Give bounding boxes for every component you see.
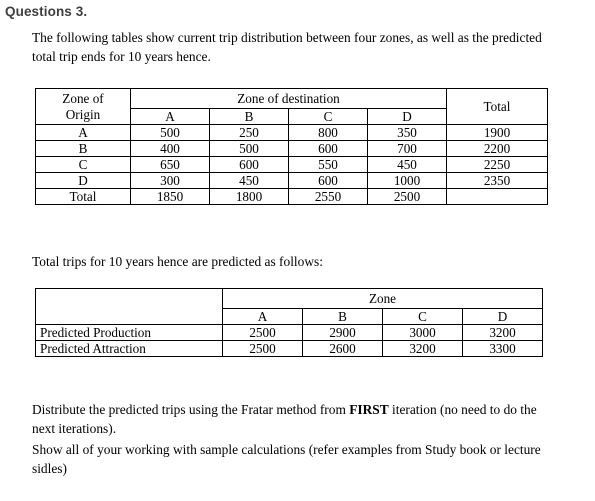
table-total-row: Total 1850 1800 2550 2500 <box>35 188 548 205</box>
trip-distribution-table: Zone of Origin Zone of destination Total… <box>35 88 548 205</box>
cell-value: 350 <box>367 124 447 141</box>
row-origin-label: C <box>35 156 131 173</box>
cell-value: 250 <box>209 124 289 141</box>
task-instruction-paragraph: Distribute the predicted trips using the… <box>32 400 556 438</box>
row-label-predicted-attraction: Predicted Attraction <box>35 340 223 357</box>
predicted-trips-table: Zone A B C D Predicted Production 2500 2… <box>35 288 543 357</box>
cell-value: 500 <box>130 124 210 141</box>
cell-value: 700 <box>367 140 447 157</box>
table-row: Predicted Production 2500 2900 3000 3200 <box>35 324 543 341</box>
cell-value: 600 <box>288 172 368 189</box>
cell-column-total: 1850 <box>130 188 210 205</box>
intro-paragraph: The following tables show current trip d… <box>32 30 542 64</box>
task-text-emphasis: FIRST <box>349 402 389 417</box>
cell-value: 2900 <box>302 324 383 341</box>
show-working-paragraph: Show all of your working with sample cal… <box>32 442 541 476</box>
cell-column-total: 2550 <box>288 188 368 205</box>
cell-value: 3200 <box>382 340 463 357</box>
cell-value: 450 <box>367 156 447 173</box>
table-header-row: Zone of Origin Zone of destination Total <box>35 88 548 125</box>
table-row: Predicted Attraction 2500 2600 3200 3300 <box>35 340 543 357</box>
cell-row-total: 2250 <box>446 156 548 173</box>
cell-value: 2500 <box>222 324 303 341</box>
header-destination-c: C <box>288 108 368 125</box>
header-zone-of-origin-line1: Zone of <box>62 90 104 106</box>
cell-row-total: 1900 <box>446 124 548 141</box>
page-title: Questions 3. <box>5 4 88 19</box>
table-row: D 300 450 600 1000 2350 <box>35 172 548 189</box>
header-destination-b: B <box>209 108 289 125</box>
cell-value: 500 <box>209 140 289 157</box>
header-destination-a: A <box>130 108 210 125</box>
header-zone-of-origin-line2: Origin <box>65 106 101 122</box>
header-destination-d: D <box>367 108 447 125</box>
cell-value: 1000 <box>367 172 447 189</box>
header-zone-of-destination: Zone of destination <box>130 88 447 109</box>
row-total-label: Total <box>35 188 131 205</box>
header-zone-d: D <box>462 308 543 325</box>
table-header-row: Zone <box>35 288 543 325</box>
cell-value: 550 <box>288 156 368 173</box>
cell-row-total: 2350 <box>446 172 548 189</box>
header-corner-blank <box>35 288 223 325</box>
header-zone: Zone <box>222 288 543 309</box>
cell-value: 2500 <box>222 340 303 357</box>
row-origin-label: A <box>35 124 131 141</box>
predicted-trips-intro-paragraph: Total trips for 10 years hence are predi… <box>32 254 323 269</box>
cell-value: 2600 <box>302 340 383 357</box>
header-zone-b: B <box>302 308 383 325</box>
cell-column-total: 2500 <box>367 188 447 205</box>
task-text-part1: Distribute the predicted trips using the… <box>32 402 350 417</box>
cell-value: 3300 <box>462 340 543 357</box>
cell-row-total: 2200 <box>446 140 548 157</box>
cell-grand-total-empty <box>446 188 548 205</box>
cell-value: 650 <box>130 156 210 173</box>
cell-column-total: 1800 <box>209 188 289 205</box>
cell-value: 600 <box>288 140 368 157</box>
row-label-predicted-production: Predicted Production <box>35 324 223 341</box>
row-origin-label: B <box>35 140 131 157</box>
header-zone-of-origin: Zone of Origin <box>35 88 131 125</box>
header-zone-c: C <box>382 308 463 325</box>
table-row: A 500 250 800 350 1900 <box>35 124 548 141</box>
cell-value: 800 <box>288 124 368 141</box>
cell-value: 3000 <box>382 324 463 341</box>
row-origin-label: D <box>35 172 131 189</box>
cell-value: 600 <box>209 156 289 173</box>
cell-value: 3200 <box>462 324 543 341</box>
table-row: B 400 500 600 700 2200 <box>35 140 548 157</box>
cell-value: 450 <box>209 172 289 189</box>
header-zone-a: A <box>222 308 303 325</box>
cell-value: 400 <box>130 140 210 157</box>
header-total: Total <box>446 88 548 125</box>
cell-value: 300 <box>130 172 210 189</box>
table-row: C 650 600 550 450 2250 <box>35 156 548 173</box>
